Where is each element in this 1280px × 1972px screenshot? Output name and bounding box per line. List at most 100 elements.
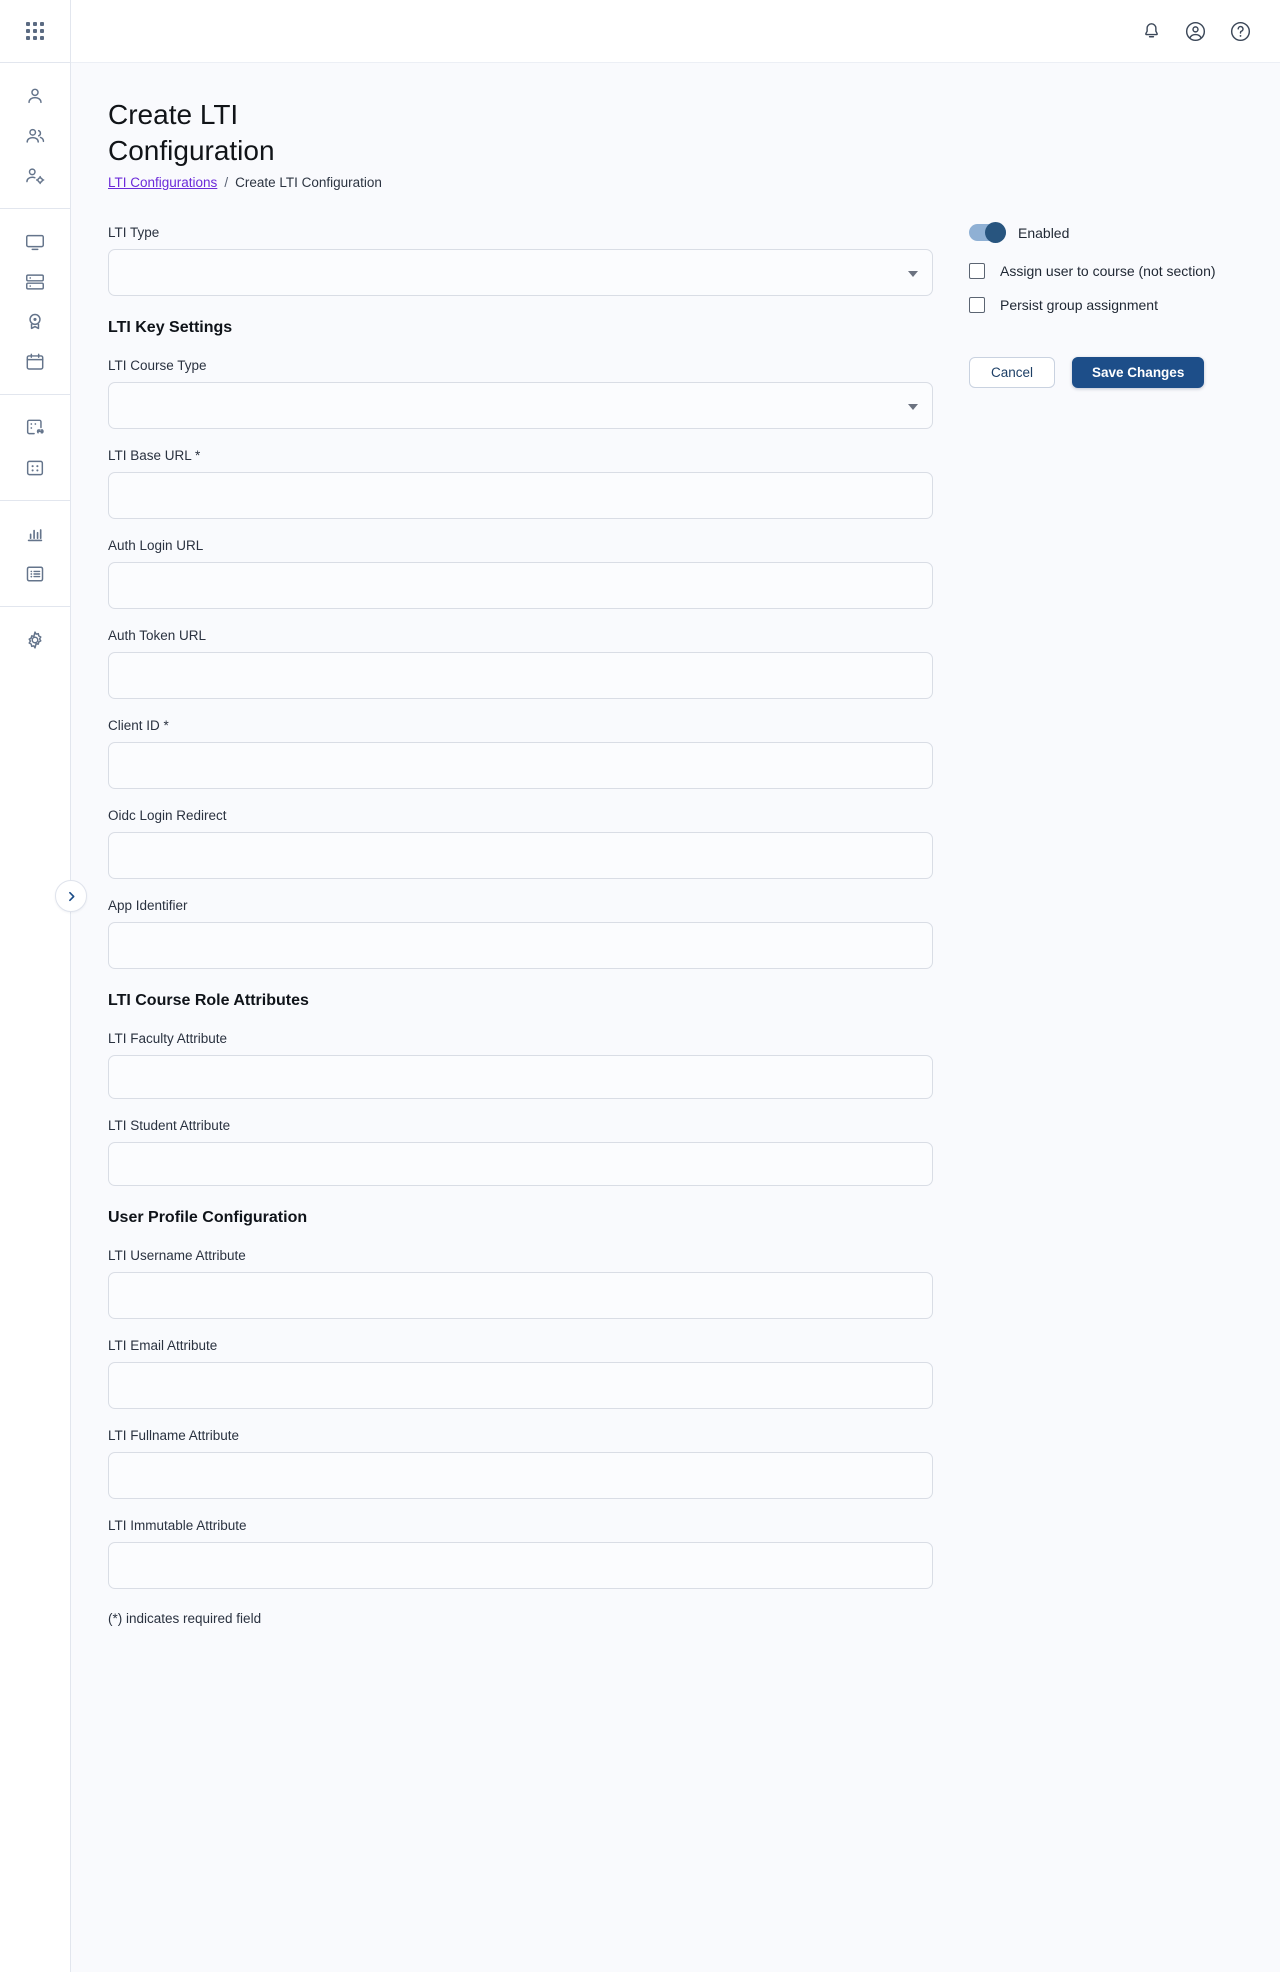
users-group-icon	[26, 128, 45, 143]
lti-immutable-attribute-input[interactable]	[108, 1542, 933, 1589]
sidebar-expand-button[interactable]	[55, 880, 87, 912]
lti-link-icon	[26, 419, 44, 435]
enabled-toggle-row: Enabled	[969, 222, 1248, 243]
notifications-bell-icon[interactable]	[1141, 21, 1162, 42]
enabled-toggle[interactable]	[969, 222, 1006, 243]
list-icon	[26, 566, 44, 582]
sidebar-group-system	[0, 607, 70, 672]
chevron-right-icon	[68, 891, 74, 901]
field-auth-login-url: Auth Login URL	[108, 537, 933, 609]
sidebar-item-modules[interactable]	[0, 448, 70, 488]
gear-icon	[28, 631, 42, 649]
lti-base-url-input[interactable]	[108, 472, 933, 519]
lti-configuration-form: LTI Type LTI Key Settings LTI Course Typ…	[108, 224, 933, 1626]
sidebar-logo[interactable]	[0, 0, 70, 63]
field-client-id: Client ID *	[108, 717, 933, 789]
field-lti-username-attribute: LTI Username Attribute	[108, 1247, 933, 1319]
field-oidc-login-redirect: Oidc Login Redirect	[108, 807, 933, 879]
assign-user-to-course-row: Assign user to course (not section)	[969, 263, 1248, 279]
label-lti-immutable-attribute: LTI Immutable Attribute	[108, 1518, 247, 1533]
label-lti-course-type: LTI Course Type	[108, 358, 207, 373]
field-lti-immutable-attribute: LTI Immutable Attribute	[108, 1517, 933, 1589]
assign-user-to-course-checkbox[interactable]	[969, 263, 985, 279]
chevron-down-icon	[908, 270, 918, 277]
breadcrumb-link-lti-configurations[interactable]: LTI Configurations	[108, 175, 217, 190]
label-app-identifier: App Identifier	[108, 898, 188, 913]
sidebar-item-badge[interactable]	[0, 302, 70, 342]
grid-module-icon	[26, 460, 44, 476]
account-circle-icon[interactable]	[1184, 20, 1207, 43]
label-lti-faculty-attribute: LTI Faculty Attribute	[108, 1031, 228, 1046]
sidebar-item-settings[interactable]	[0, 620, 70, 660]
toggle-knob	[985, 222, 1006, 243]
field-lti-course-type: LTI Course Type	[108, 357, 933, 429]
lti-username-attribute-input[interactable]	[108, 1272, 933, 1319]
label-auth-login-url: Auth Login URL	[108, 538, 204, 553]
app-identifier-input[interactable]	[108, 922, 933, 969]
label-lti-username-attribute: LTI Username Attribute	[108, 1248, 246, 1263]
field-lti-email-attribute: LTI Email Attribute	[108, 1337, 933, 1409]
label-lti-student-attribute: LTI Student Attribute	[108, 1118, 231, 1133]
sidebar-item-logs[interactable]	[0, 554, 70, 594]
chevron-down-icon	[908, 403, 918, 410]
field-lti-student-attribute: LTI Student Attribute	[108, 1117, 933, 1186]
section-heading-user-profile-configuration: User Profile Configuration	[108, 1209, 308, 1226]
options-panel: Enabled Assign user to course (not secti…	[933, 222, 1248, 1626]
calendar-icon	[26, 353, 44, 370]
auth-token-url-input[interactable]	[108, 652, 933, 699]
lti-course-type-select[interactable]	[108, 382, 933, 429]
lti-student-attribute-input[interactable]	[108, 1142, 933, 1186]
sidebar-group-people	[0, 63, 70, 209]
sidebar-item-server[interactable]	[0, 262, 70, 302]
sidebar-item-monitor[interactable]	[0, 222, 70, 262]
page-content: Create LTI Configuration LTI Configurati…	[71, 63, 1280, 1972]
label-auth-token-url: Auth Token URL	[108, 628, 207, 643]
app-root: Create LTI Configuration LTI Configurati…	[0, 0, 1280, 1972]
sidebar-item-user-settings[interactable]	[0, 156, 70, 196]
field-auth-token-url: Auth Token URL	[108, 627, 933, 699]
field-lti-base-url: LTI Base URL *	[108, 447, 933, 519]
required-field-note: (*) indicates required field	[108, 1611, 262, 1626]
client-id-input[interactable]	[108, 742, 933, 789]
lti-email-attribute-input[interactable]	[108, 1362, 933, 1409]
cancel-button[interactable]: Cancel	[969, 357, 1056, 388]
breadcrumb-separator: /	[224, 175, 229, 190]
bar-chart-icon	[27, 529, 43, 542]
label-client-id: Client ID *	[108, 718, 169, 733]
sidebar-item-reports[interactable]	[0, 514, 70, 554]
help-circle-icon[interactable]	[1229, 20, 1252, 43]
auth-login-url-input[interactable]	[108, 562, 933, 609]
sidebar-item-user[interactable]	[0, 76, 70, 116]
form-actions: Cancel Save Changes	[969, 357, 1248, 388]
content-columns: LTI Type LTI Key Settings LTI Course Typ…	[108, 222, 1248, 1626]
left-sidebar	[0, 0, 87, 1972]
section-heading-lti-key-settings: LTI Key Settings	[108, 319, 233, 336]
server-icon	[26, 274, 44, 290]
lti-fullname-attribute-input[interactable]	[108, 1452, 933, 1499]
field-lti-type: LTI Type	[108, 224, 933, 296]
persist-group-assignment-label: Persist group assignment	[1000, 297, 1158, 313]
label-lti-type: LTI Type	[108, 225, 160, 240]
sidebar-item-lti[interactable]	[0, 408, 70, 448]
save-changes-button[interactable]: Save Changes	[1072, 357, 1205, 388]
user-icon	[28, 88, 42, 104]
oidc-login-redirect-input[interactable]	[108, 832, 933, 879]
label-lti-fullname-attribute: LTI Fullname Attribute	[108, 1428, 240, 1443]
lti-type-select[interactable]	[108, 249, 933, 296]
field-lti-fullname-attribute: LTI Fullname Attribute	[108, 1427, 933, 1499]
breadcrumb: LTI Configurations / Create LTI Configurat…	[108, 175, 1248, 190]
lti-faculty-attribute-input[interactable]	[108, 1055, 933, 1099]
label-lti-base-url: LTI Base URL *	[108, 448, 201, 463]
persist-group-assignment-row: Persist group assignment	[969, 297, 1248, 313]
sidebar-group-analytics	[0, 501, 70, 607]
breadcrumb-current: Create LTI Configuration	[235, 175, 382, 190]
main-region: Create LTI Configuration LTI Configurati…	[71, 0, 1280, 1972]
sidebar-group-resources	[0, 209, 70, 395]
persist-group-assignment-checkbox[interactable]	[969, 297, 985, 313]
label-lti-email-attribute: LTI Email Attribute	[108, 1338, 218, 1353]
assign-user-to-course-label: Assign user to course (not section)	[1000, 263, 1216, 279]
monitor-icon	[26, 234, 44, 251]
sidebar-item-calendar[interactable]	[0, 342, 70, 382]
field-lti-faculty-attribute: LTI Faculty Attribute	[108, 1030, 933, 1099]
sidebar-item-groups[interactable]	[0, 116, 70, 156]
